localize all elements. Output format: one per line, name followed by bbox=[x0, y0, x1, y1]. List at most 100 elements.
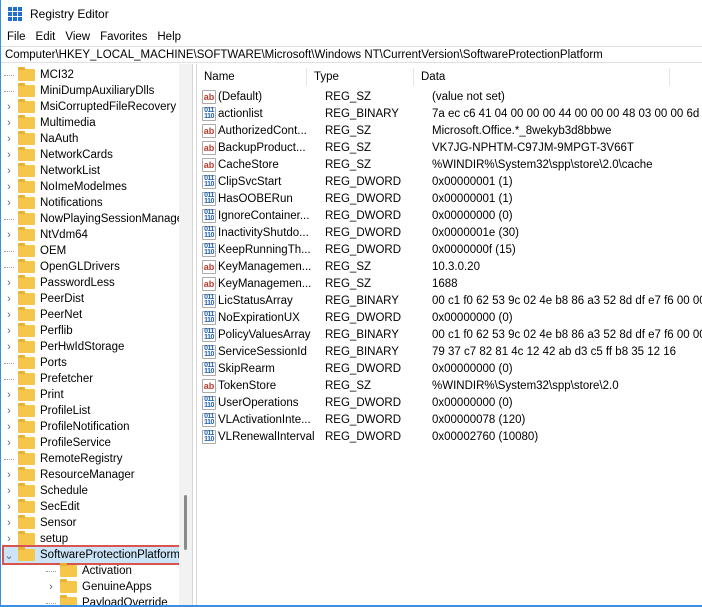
tree-item[interactable]: › PeerDist bbox=[4, 291, 84, 307]
folder-icon bbox=[18, 67, 35, 81]
tree-item[interactable]: › NetworkList bbox=[4, 163, 100, 179]
tree-item[interactable]: PayloadOverride bbox=[46, 595, 168, 605]
table-row[interactable]: ab KeyManagemen... REG_SZ 10.3.0.20 bbox=[202, 258, 480, 275]
table-row[interactable]: ab CacheStore REG_SZ %WINDIR%\System32\spp\… bbox=[202, 156, 653, 173]
menu-view[interactable]: View bbox=[65, 31, 90, 43]
menu-file[interactable]: File bbox=[7, 31, 26, 43]
tree-item[interactable]: › Multimedia bbox=[4, 115, 96, 131]
tree-item[interactable]: › Notifications bbox=[4, 195, 103, 211]
column-name[interactable]: Name bbox=[197, 68, 307, 86]
tree-item[interactable]: › NetworkCards bbox=[4, 147, 113, 163]
tree-item[interactable]: › NoImeModelmes bbox=[4, 179, 127, 195]
tree-item[interactable]: ⌄ SoftwareProtectionPlatform bbox=[2, 545, 186, 565]
chevron-right-icon[interactable]: › bbox=[4, 197, 14, 209]
table-row[interactable]: ab BackupProduct... REG_SZ VK7JG-NPHTM-C97J… bbox=[202, 139, 634, 156]
tree-item-label: Print bbox=[40, 389, 64, 401]
tree-item[interactable]: Activation bbox=[46, 563, 132, 579]
chevron-right-icon[interactable]: › bbox=[4, 229, 14, 241]
table-row[interactable]: 011 110 VLRenewalInterval REG_DWORD 0x000027… bbox=[202, 428, 538, 445]
tree-item[interactable]: › setup bbox=[4, 531, 68, 547]
tree-item[interactable]: › NtVdm64 bbox=[4, 227, 88, 243]
chevron-right-icon[interactable]: › bbox=[4, 341, 14, 353]
tree-item[interactable]: › PerHwIdStorage bbox=[4, 339, 124, 355]
string-value-icon: ab bbox=[202, 140, 216, 155]
binary-value-icon: 011 110 bbox=[202, 106, 216, 121]
chevron-right-icon[interactable]: › bbox=[46, 581, 56, 593]
table-row[interactable]: 011 110 HasOOBERun REG_DWORD 0x00000001 (1) bbox=[202, 190, 513, 207]
tree-item[interactable]: RemoteRegistry bbox=[4, 451, 122, 467]
table-row[interactable]: 011 110 PolicyValuesArray REG_BINARY 00 c1 f… bbox=[202, 326, 702, 343]
tree-item[interactable]: › Schedule bbox=[4, 483, 88, 499]
chevron-down-icon[interactable]: ⌄ bbox=[4, 549, 14, 562]
tree-item[interactable]: MiniDumpAuxiliaryDlls bbox=[4, 83, 154, 99]
chevron-right-icon[interactable]: › bbox=[4, 293, 14, 305]
tree-connector bbox=[4, 378, 14, 380]
tree-item[interactable]: NowPlayingSessionManager bbox=[4, 211, 187, 227]
tree-item[interactable]: › NaAuth bbox=[4, 131, 78, 147]
column-data[interactable]: Data bbox=[414, 68, 670, 86]
chevron-right-icon[interactable]: › bbox=[4, 517, 14, 529]
table-row[interactable]: 011 110 LicStatusArray REG_BINARY 00 c1 f0 6… bbox=[202, 292, 702, 309]
tree-item[interactable]: › ProfileList bbox=[4, 403, 91, 419]
chevron-right-icon[interactable]: › bbox=[4, 533, 14, 545]
tree-item[interactable]: › ResourceManager bbox=[4, 467, 135, 483]
table-row[interactable]: 011 110 ServiceSessionId REG_BINARY 79 37 c7… bbox=[202, 343, 676, 360]
tree-item[interactable]: › Sensor bbox=[4, 515, 76, 531]
menu-favorites[interactable]: Favorites bbox=[100, 31, 147, 43]
tree-item[interactable]: OEM bbox=[4, 243, 66, 259]
chevron-right-icon[interactable]: › bbox=[4, 149, 14, 161]
table-row[interactable]: ab (Default) REG_SZ (value not set) bbox=[202, 88, 505, 105]
tree-item[interactable]: Ports bbox=[4, 355, 67, 371]
table-row[interactable]: 011 110 UserOperations REG_DWORD 0x00000000 … bbox=[202, 394, 513, 411]
chevron-right-icon[interactable]: › bbox=[4, 485, 14, 497]
tree-item[interactable]: › SecEdit bbox=[4, 499, 80, 515]
tree-item[interactable]: › ProfileNotification bbox=[4, 419, 129, 435]
table-row[interactable]: ab KeyManagemen... REG_SZ 1688 bbox=[202, 275, 458, 292]
value-type: REG_DWORD bbox=[325, 175, 402, 188]
chevron-right-icon[interactable]: › bbox=[4, 421, 14, 433]
table-row[interactable]: 011 110 VLActivationInte... REG_DWORD 0x0000… bbox=[202, 411, 525, 428]
folder-icon bbox=[18, 195, 35, 209]
table-row[interactable]: 011 110 InactivityShutdo... REG_DWORD 0x0000… bbox=[202, 224, 519, 241]
chevron-right-icon[interactable]: › bbox=[4, 181, 14, 193]
tree-item[interactable]: Prefetcher bbox=[4, 371, 93, 387]
tree-item[interactable]: › GenuineApps bbox=[46, 579, 152, 595]
chevron-right-icon[interactable]: › bbox=[4, 165, 14, 177]
table-row[interactable]: 011 110 actionlist REG_BINARY 7a ec c6 41 04… bbox=[202, 105, 702, 122]
chevron-right-icon[interactable]: › bbox=[4, 325, 14, 337]
address-bar[interactable]: Computer\HKEY_LOCAL_MACHINE\SOFTWARE\Mic… bbox=[1, 46, 702, 63]
chevron-right-icon[interactable]: › bbox=[4, 133, 14, 145]
table-row[interactable]: 011 110 IgnoreContainer... REG_DWORD 0x00000… bbox=[202, 207, 513, 224]
chevron-right-icon[interactable]: › bbox=[4, 277, 14, 289]
tree-item[interactable]: MCI32 bbox=[4, 67, 74, 83]
table-row[interactable]: 011 110 ClipSvcStart REG_DWORD 0x00000001 (1… bbox=[202, 173, 513, 190]
tree-item[interactable]: › PeerNet bbox=[4, 307, 82, 323]
tree-item[interactable]: › Perflib bbox=[4, 323, 73, 339]
chevron-right-icon[interactable]: › bbox=[4, 437, 14, 449]
binary-value-icon: 011 110 bbox=[202, 293, 216, 308]
tree-item[interactable]: › ProfileService bbox=[4, 435, 111, 451]
tree-item-label: NetworkCards bbox=[40, 149, 113, 161]
chevron-right-icon[interactable]: › bbox=[4, 309, 14, 321]
table-row[interactable]: ab TokenStore REG_SZ %WINDIR%\System32\spp\… bbox=[202, 377, 619, 394]
chevron-right-icon[interactable]: › bbox=[4, 117, 14, 129]
chevron-right-icon[interactable]: › bbox=[4, 101, 14, 113]
tree-item[interactable]: › MsiCorruptedFileRecovery bbox=[4, 99, 176, 115]
tree-scroll-thumb[interactable] bbox=[184, 495, 187, 550]
chevron-right-icon[interactable]: › bbox=[4, 501, 14, 513]
tree-item[interactable]: OpenGLDrivers bbox=[4, 259, 120, 275]
table-row[interactable]: 011 110 KeepRunningTh... REG_DWORD 0x0000000… bbox=[202, 241, 516, 258]
column-type[interactable]: Type bbox=[307, 68, 414, 86]
menu-edit[interactable]: Edit bbox=[36, 31, 56, 43]
chevron-right-icon[interactable]: › bbox=[4, 389, 14, 401]
folder-icon bbox=[18, 323, 35, 337]
table-row[interactable]: 011 110 SkipRearm REG_DWORD 0x00000000 (0) bbox=[202, 360, 513, 377]
table-row[interactable]: ab AuthorizedCont... REG_SZ Microsoft.Offic… bbox=[202, 122, 611, 139]
tree-item[interactable]: › PasswordLess bbox=[4, 275, 115, 291]
chevron-right-icon[interactable]: › bbox=[4, 469, 14, 481]
table-row[interactable]: 011 110 NoExpirationUX REG_DWORD 0x00000000 … bbox=[202, 309, 513, 326]
tree-scrollbar[interactable] bbox=[179, 64, 192, 605]
chevron-right-icon[interactable]: › bbox=[4, 405, 14, 417]
menu-help[interactable]: Help bbox=[157, 31, 181, 43]
tree-item[interactable]: › Print bbox=[4, 387, 64, 403]
